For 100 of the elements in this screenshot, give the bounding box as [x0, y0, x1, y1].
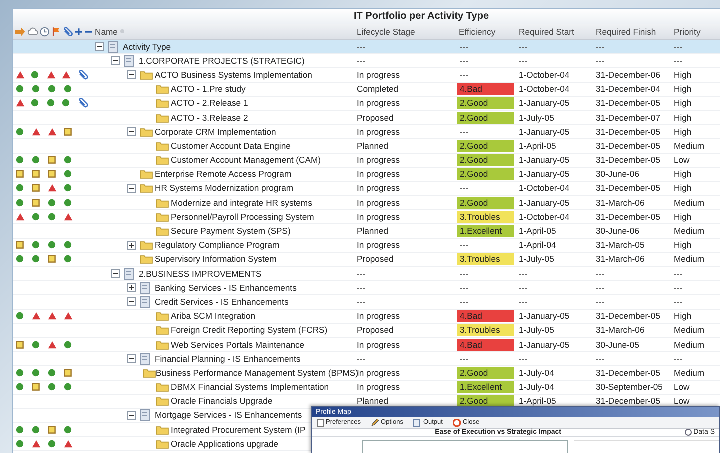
table-row[interactable]: ACTO Business Systems Implementation In progress --- 1-October-04 31-December-06 High [13, 68, 720, 83]
node-label: Foreign Credit Reporting System (FCRS) [171, 325, 328, 336]
table-row[interactable]: DBMX Financial Systems Implementation In progress 1.Excellent 1-July-04 30-September-05 Low [13, 380, 720, 395]
table-row[interactable]: Customer Account Data Engine Planned 2.Good 1-April-05 31-December-05 Medium [13, 139, 720, 154]
table-cell-text: --- [595, 282, 605, 293]
table-row[interactable]: Enterprise Remote Access Program In progress 2.Good 1-January-05 30-June-06 High [13, 168, 720, 182]
table-row[interactable]: ACTO - 3.Release 2 Proposed 2.Good 1-July-05 31-December-07 High [13, 110, 720, 126]
table-cell-text: Medium [673, 340, 705, 350]
table-cell-text: Proposed [356, 325, 394, 336]
expand-button[interactable] [127, 283, 136, 292]
node-label: Activity Type [123, 42, 172, 52]
table-row[interactable]: Foreign Credit Reporting System (FCRS) Proposed 3.Troubles 1-July-05 31-March-06 Medium [13, 324, 720, 338]
table-row[interactable]: 1.CORPORATE PROJECTS (STRATEGIC) --- --- --- --- --- [13, 54, 720, 68]
table-cell-text: --- [673, 268, 683, 279]
column-header[interactable]: Name [93, 26, 118, 36]
efficiency-cell: 3.Troubles [457, 210, 514, 223]
collapse-button[interactable] [127, 297, 136, 306]
table-cell-text: High [673, 126, 692, 137]
table-row[interactable]: Corporate CRM Implementation In progress --- 1-January-05 31-December-05 High [13, 125, 720, 140]
column-header[interactable]: Required Start [517, 26, 594, 36]
table-row[interactable]: Modernize and integrate HR systems In progress 2.Good 1-January-05 31-March-06 Medium [13, 196, 720, 210]
table-cell-text: 1-January-05 [518, 340, 570, 350]
efficiency-cell: 2.Good [457, 140, 514, 152]
table-cell-text: 1-July-05 [518, 254, 554, 264]
table-row[interactable]: Web Services Portals Maintenance In progress 4.Bad 1-January-05 30-June-05 Medium [13, 338, 720, 352]
table-cell-text: 31-March-06 [595, 325, 645, 336]
collapse-button[interactable] [111, 56, 120, 66]
node-label: Financial Planning - IS Enhancements [155, 354, 301, 364]
table-row[interactable]: Customer Account Management (CAM) In progress 2.Good 1-January-05 31-December-05 Low [13, 154, 720, 168]
table-cell-text: --- [356, 354, 366, 364]
table-cell-text: 31-December-05 [595, 155, 660, 166]
collapse-button[interactable] [127, 70, 136, 80]
collapse-button[interactable] [127, 354, 136, 364]
table-row[interactable]: Regulatory Compliance Program In progress --- 1-April-04 31-March-05 High [13, 238, 720, 253]
efficiency-cell: 2.Good [457, 97, 514, 110]
window-title: IT Portfolio per Activity Type [13, 9, 720, 24]
table-row[interactable]: Financial Planning - IS Enhancements --- --- --- --- --- [13, 352, 720, 366]
collapse-button[interactable] [127, 410, 136, 420]
table-row[interactable]: Personnel/Payroll Processing System In progress 3.Troubles 1-October-04 31-December-05 High [13, 210, 720, 224]
table-cell-text: --- [356, 42, 366, 52]
column-header[interactable]: Lifecycle Stage [355, 26, 457, 36]
table-cell-text: High [673, 70, 692, 80]
table-cell-text: Planned [356, 140, 389, 151]
expand-button[interactable] [127, 240, 136, 250]
table-cell-text: --- [356, 56, 366, 66]
table-cell-text: --- [595, 56, 605, 66]
table-cell-text: 1-October-04 [518, 70, 570, 80]
table-row[interactable]: Business Performance Management System (BPMS)In progress 2.Good 1-July-04 31-December-05 Medium [13, 366, 720, 380]
table-row[interactable]: 2.BUSINESS IMPROVEMENTS --- --- --- --- --- [13, 267, 720, 282]
table-row[interactable]: Supervisory Information System Proposed 3.Troubles 1-July-05 31-March-06 Medium [13, 252, 720, 267]
document-icon [108, 40, 118, 53]
node-label: 2.BUSINESS IMPROVEMENTS [139, 268, 262, 279]
table-cell-text: 31-December-05 [595, 140, 660, 151]
table-cell-text: High [673, 169, 692, 180]
column-header[interactable]: Required Finish [594, 26, 672, 36]
table-row[interactable]: HR Systems Modernization program In progress --- 1-October-04 31-December-05 High [13, 182, 720, 196]
collapse-button[interactable] [127, 127, 136, 136]
table-row[interactable]: Ariba SCM Integration In progress 4.Bad 1-January-05 31-December-05 High [13, 310, 720, 324]
table-cell-text: Medium [673, 368, 705, 378]
efficiency-cell: 2.Good [457, 154, 514, 166]
collapse-button[interactable] [95, 42, 104, 52]
table-cell-text: Medium [673, 325, 705, 336]
collapse-button[interactable] [127, 184, 136, 193]
table-cell-text: --- [673, 56, 683, 66]
table-cell-text: --- [356, 268, 366, 279]
table-cell-text: 31-December-05 [595, 98, 660, 108]
table-cell-text: Completed [356, 84, 399, 94]
table-cell-text: Medium [673, 226, 705, 236]
node-label: Supervisory Information System [155, 254, 277, 264]
table-cell-text: --- [356, 282, 366, 293]
column-header[interactable]: Priority [672, 26, 720, 36]
table-row[interactable]: Secure Payment System (SPS) Planned 1.Excellent 1-April-05 30-June-06 Medium [13, 224, 720, 239]
efficiency-cell-text: --- [459, 352, 470, 365]
cloud-icon [28, 26, 38, 36]
collapse-button[interactable] [111, 269, 120, 278]
table-cell-text: --- [518, 268, 528, 279]
table-cell-text: --- [518, 56, 528, 66]
table-cell-text: 31-December-05 [595, 126, 660, 137]
node-label: Banking Services - IS Enhancements [155, 282, 297, 293]
table-row[interactable]: Credit Services - IS Enhancements --- --- --- --- --- [13, 295, 720, 310]
column-header[interactable]: Efficiency [457, 26, 517, 36]
table-cell-text: In progress [356, 212, 400, 222]
table-cell-text: 1-January-05 [518, 155, 570, 166]
table-row[interactable]: Activity Type --- --- --- --- --- [13, 40, 720, 54]
node-label: ACTO - 3.Release 2 [171, 112, 248, 123]
table-cell-text: 31-December-04 [595, 84, 660, 94]
table-row[interactable]: ACTO - 1.Pre study Completed 4.Bad 1-October-04 31-December-04 High [13, 82, 720, 97]
table-cell-text: 1-July-04 [518, 382, 554, 392]
node-label: Customer Account Management (CAM) [171, 155, 321, 166]
node-label: HR Systems Modernization program [155, 183, 294, 194]
table-cell-text: --- [595, 296, 605, 307]
info-icon [684, 429, 692, 436]
arrow-icon [15, 26, 26, 36]
efficiency-cell-text: --- [459, 282, 470, 294]
table-row[interactable]: Banking Services - IS Enhancements --- --- --- --- --- [13, 281, 720, 296]
table-cell-text: 1-October-04 [518, 183, 570, 194]
table-row[interactable]: ACTO - 2.Release 1 In progress 2.Good 1-January-05 31-December-05 High [13, 96, 720, 111]
table-cell-text: --- [595, 268, 605, 279]
table-cell-text: 31-March-06 [595, 254, 645, 264]
table-cell-text: In progress [356, 198, 400, 208]
